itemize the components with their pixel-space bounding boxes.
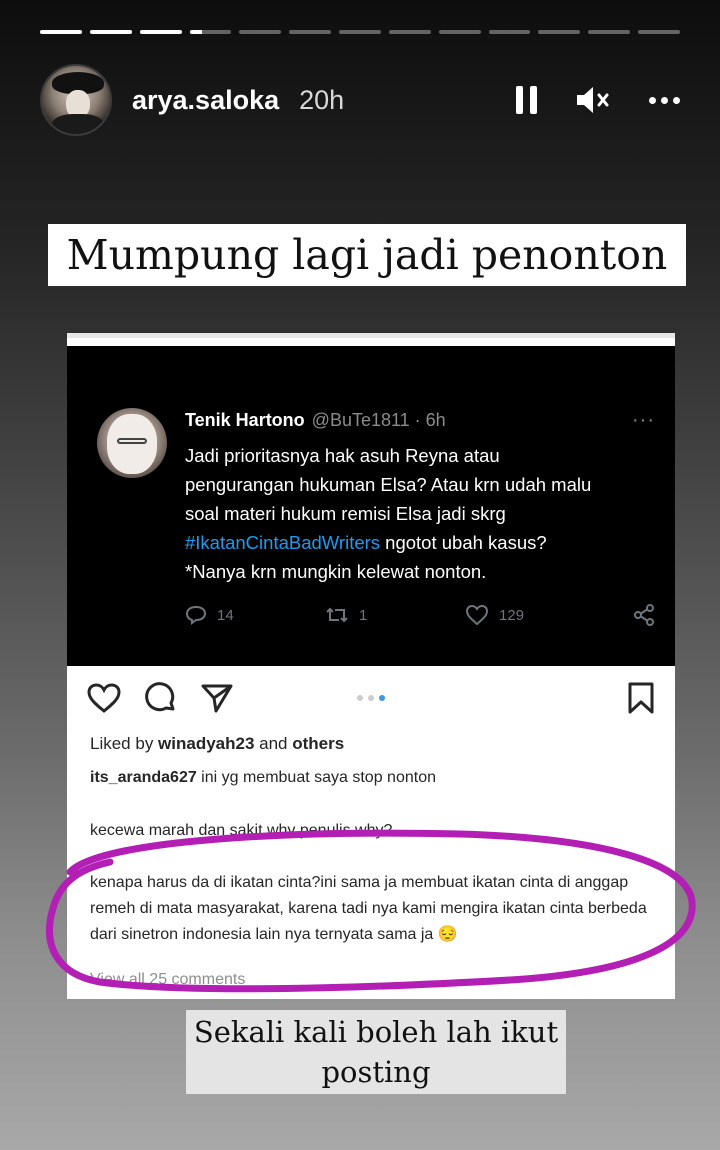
pause-icon[interactable] <box>516 86 537 114</box>
story-progress-segment <box>339 30 381 34</box>
story-progress-segment <box>289 30 332 34</box>
story-caption-top: Mumpung lagi jadi penonton <box>48 224 686 286</box>
reply-count: 14 <box>217 606 234 624</box>
retweet-icon <box>326 607 348 623</box>
story-progress-segment <box>438 30 481 34</box>
tweet-like: 129 <box>465 604 615 626</box>
tweet-line: soal materi hukum remisi Elsa jadi skrg <box>185 503 506 524</box>
story-progress-segment <box>189 30 232 34</box>
share-icon <box>634 604 654 626</box>
mute-icon[interactable] <box>575 85 611 115</box>
liked-by: Liked by winadyah23 and others <box>90 734 345 753</box>
tweet-author-name: Tenik Hartono <box>185 410 305 430</box>
tweet-more-icon: ··· <box>632 409 655 431</box>
retweet-count: 1 <box>359 606 368 624</box>
view-all-comments-link[interactable]: View all 25 comments <box>90 971 245 989</box>
comment-item: kecewa marah dan sakit why penulis why? <box>90 818 655 844</box>
heart-icon[interactable] <box>87 683 121 713</box>
story-progress <box>40 30 680 35</box>
tweet-reply: 14 <box>185 605 325 625</box>
story-header: arya.saloka 20h <box>40 64 680 136</box>
tweet-text: Jadi prioritasnya hak asuh Reyna atau pe… <box>185 441 655 586</box>
comment-text: kenapa harus da di ikatan cinta?ini sama… <box>90 874 647 943</box>
story-progress-segment <box>388 30 431 34</box>
heart-icon <box>465 604 489 626</box>
avatar[interactable] <box>40 64 112 136</box>
tweet-handle: @BuTe1811 · 6h <box>311 410 446 430</box>
story-progress-segment <box>89 30 132 34</box>
story-progress-segment <box>488 30 531 34</box>
comment-text: kecewa marah dan sakit why penulis why? <box>90 822 393 839</box>
liked-by-user[interactable]: winadyah23 <box>158 734 254 753</box>
timestamp: 20h <box>299 84 345 115</box>
comment-icon[interactable] <box>145 682 177 714</box>
tweet-hashtag: #IkatanCintaBadWriters <box>185 532 381 553</box>
tweet-retweet: 1 <box>325 605 465 625</box>
story-progress-segment <box>40 30 82 34</box>
comment-item: kenapa harus da di ikatan cinta?ini sama… <box>90 870 655 948</box>
reply-icon <box>185 605 207 625</box>
shared-post-card[interactable]: Tenik Hartono @BuTe1811 · 6h ··· Jadi pr… <box>67 333 675 999</box>
story-progress-segment <box>239 30 282 34</box>
comment-username[interactable]: its_aranda627 <box>90 769 197 786</box>
carousel-dots <box>357 695 385 701</box>
tweet-line: ngotot ubah kasus? <box>380 532 547 553</box>
send-icon[interactable] <box>201 683 233 713</box>
tweet-screenshot: Tenik Hartono @BuTe1811 · 6h ··· Jadi pr… <box>67 346 675 666</box>
liked-by-others[interactable]: others <box>292 734 344 753</box>
comment-text: ini yg membuat saya stop nonton <box>196 769 436 786</box>
tweet-avatar <box>97 408 167 478</box>
tweet-line: pengurangan hukuman Elsa? Atau krn udah … <box>185 474 592 495</box>
username[interactable]: arya.saloka <box>132 85 279 116</box>
story-progress-segment <box>638 30 680 34</box>
story-caption-bottom: Sekali kali boleh lah ikut posting <box>186 1010 566 1094</box>
comment-item: its_aranda627 ini yg membuat saya stop n… <box>90 765 655 791</box>
tweet-line: *Nanya krn mungkin kelewat nonton. <box>185 561 487 582</box>
more-options-icon[interactable] <box>649 96 680 104</box>
bookmark-icon[interactable] <box>627 682 655 714</box>
like-count: 129 <box>499 606 525 624</box>
tweet-line: Jadi prioritasnya hak asuh Reyna atau <box>185 445 500 466</box>
story-progress-segment <box>139 30 182 34</box>
story-progress-segment <box>538 30 581 34</box>
story-progress-segment <box>588 30 631 34</box>
